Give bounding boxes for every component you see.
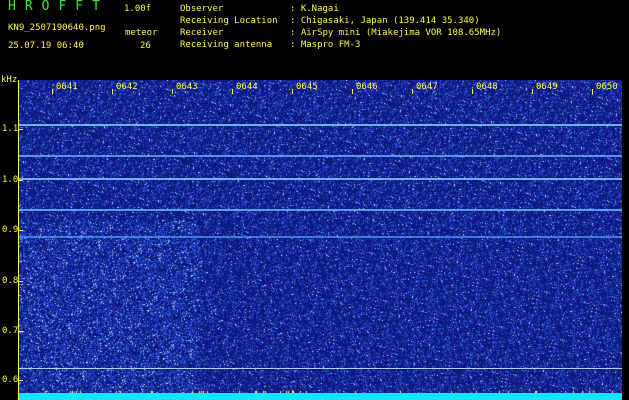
time-tick-label: 0646 [356, 82, 378, 92]
time-tick-mark [472, 89, 473, 94]
y-tick-mark [19, 380, 23, 381]
y-tick-label: 1.0 [2, 175, 19, 185]
y-tick-label: 0.8 [2, 276, 19, 286]
baseline-band [19, 393, 622, 400]
observer-label: Observer [180, 4, 224, 14]
spectrogram-panel: kHz 1.1 1.0 0.9 0.8 0.7 0.6 0641 0642 06… [0, 75, 629, 400]
time-tick-label: 0648 [476, 82, 498, 92]
location-value: : Chigasaki, Japan (139.414 35.340) [290, 16, 480, 26]
location-label: Receiving Location [180, 16, 278, 26]
tone-line [19, 209, 622, 211]
tone-line [19, 178, 622, 180]
time-tick-label: 0644 [236, 82, 258, 92]
y-tick-label: 0.7 [2, 326, 19, 336]
time-tick-mark [172, 89, 173, 94]
observer-value: : K.Nagai [290, 4, 339, 14]
receiver-label: Receiver [180, 28, 224, 38]
time-tick-mark [292, 89, 293, 94]
time-tick-label: 0641 [56, 82, 78, 92]
time-tick-label: 0649 [536, 82, 558, 92]
tone-line [19, 124, 622, 126]
antenna-label: Receiving antenna [180, 40, 273, 50]
tone-line [19, 155, 622, 157]
time-tick-mark [412, 89, 413, 94]
time-tick-label: 0645 [296, 82, 318, 92]
y-tick-mark [19, 230, 23, 231]
receiver-value: : AirSpy mini (Miakejima VOR 108.65MHz) [290, 28, 502, 38]
time-tick-mark [52, 89, 53, 94]
y-tick-label: 0.9 [2, 225, 19, 235]
app-name: HROFFT [8, 0, 109, 14]
time-tick-mark [592, 89, 593, 94]
time-tick-mark [112, 89, 113, 94]
y-tick-mark [19, 180, 23, 181]
frequency-unit-label: kHz [1, 75, 18, 85]
y-tick-mark [19, 331, 23, 332]
timestamp: 25.07.19 06:40 [8, 41, 84, 51]
y-tick-mark [19, 129, 23, 130]
tone-line [19, 236, 622, 238]
file-name: KN9_2507190640.png [8, 23, 106, 33]
time-tick-mark [532, 89, 533, 94]
meteor-label: meteor [125, 28, 158, 38]
reference-line [19, 368, 622, 369]
time-tick-label: 0650 [596, 82, 618, 92]
time-tick-mark [232, 89, 233, 94]
y-tick-label: 1.1 [2, 124, 19, 134]
meteor-count: 26 [140, 41, 151, 51]
antenna-value: : Maspro FM-3 [290, 40, 361, 50]
header-panel: HROFFT 1.00f KN9_2507190640.png meteor 2… [0, 0, 629, 75]
time-tick-mark [352, 89, 353, 94]
app-version: 1.00f [124, 4, 152, 14]
y-tick-mark [19, 281, 23, 282]
time-tick-label: 0647 [416, 82, 438, 92]
y-tick-label: 0.6 [2, 375, 19, 385]
time-tick-label: 0643 [176, 82, 198, 92]
time-tick-label: 0642 [116, 82, 138, 92]
spectrogram-noise-canvas [19, 80, 622, 400]
